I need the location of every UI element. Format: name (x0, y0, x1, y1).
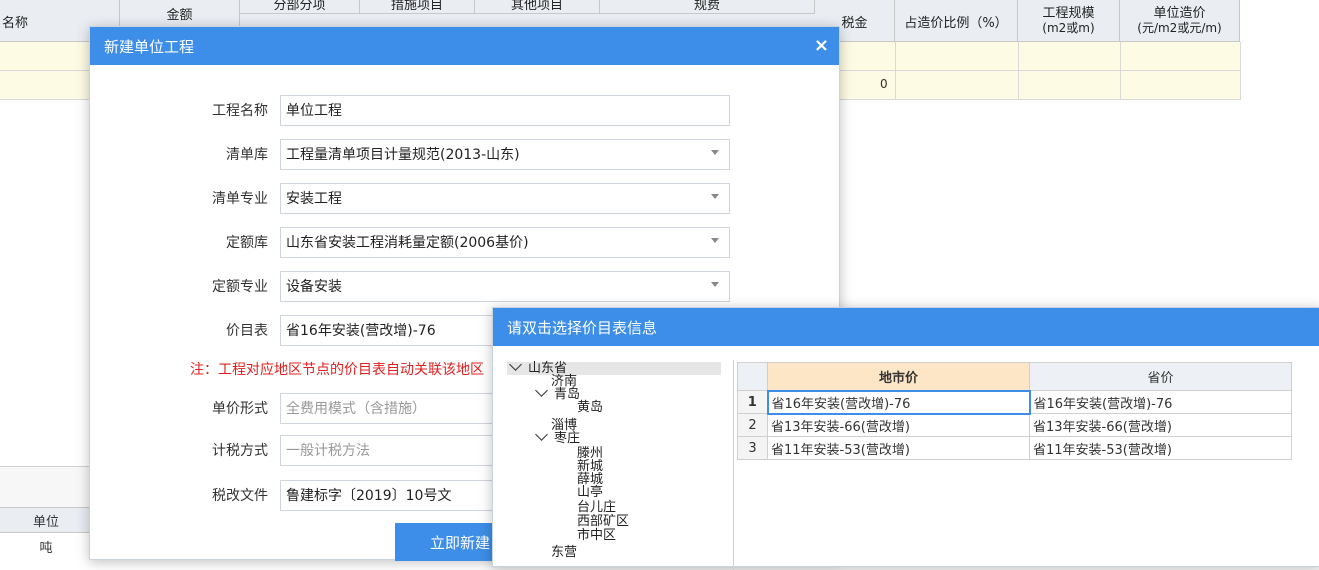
header-fees: 规费 (600, 0, 815, 14)
field-label: 税改文件 (212, 488, 268, 504)
select-value: 安装工程 (286, 191, 342, 207)
header-cost-ratio: 占造价比例（%） (895, 0, 1018, 42)
chevron-down-icon (711, 193, 719, 199)
grid-divider (895, 42, 896, 100)
field-label: 工程名称 (212, 103, 268, 119)
select-value: 山东省安装工程消耗量定额(2006基价) (286, 235, 529, 251)
price-list-table: 地市价 省价 1 省16年安装(营改增)-76 省16年安装(营改增)-76 2… (737, 362, 1292, 460)
tree-node[interactable]: 西部矿区 (577, 515, 629, 528)
tree-node[interactable]: 枣庄 (535, 428, 581, 446)
bill-library-select[interactable]: 工程量清单项目计量规范(2013-山东) (280, 138, 730, 170)
grid-divider (1240, 42, 1241, 100)
field-label: 清单库 (226, 147, 268, 163)
field-label: 定额专业 (212, 279, 268, 295)
grid-row-2-value: 0 (880, 77, 888, 91)
header-sub-items: 分部分项 (240, 0, 360, 14)
project-name-input[interactable]: 单位工程 (280, 94, 730, 126)
popup-title: 请双击选择价目表信息 (507, 318, 658, 337)
price-list-popup: 请双击选择价目表信息 山东省 济南 青岛 黄岛 淄博 枣庄 滕州 新城 薛城 山… (492, 307, 1319, 570)
field-label: 价目表 (226, 323, 268, 339)
quota-library-select[interactable]: 山东省安装工程消耗量定额(2006基价) (280, 226, 730, 258)
header-unit-price-label: 单位造价 (1153, 6, 1206, 21)
city-price-cell[interactable]: 省11年安装-53(营改增) (767, 436, 1030, 460)
field-project-name: 工程名称 单位工程 (90, 94, 841, 126)
select-value: 工程量清单项目计量规范(2013-山东) (286, 147, 520, 163)
row-index: 3 (737, 436, 768, 460)
field-bill-library: 清单库 工程量清单项目计量规范(2013-山东) (90, 138, 841, 170)
close-icon[interactable]: × (814, 35, 829, 56)
header-other: 其他项目 (475, 0, 600, 14)
field-label: 清单专业 (212, 191, 268, 207)
lower-panel-toolbar (0, 466, 92, 507)
region-tree: 山东省 济南 青岛 黄岛 淄博 枣庄 滕州 新城 薛城 山亭 台儿庄 西部矿区 … (507, 360, 725, 570)
field-quota-library: 定额库 山东省安装工程消耗量定额(2006基价) (90, 226, 841, 258)
row-index: 2 (737, 413, 768, 437)
grid-divider (1018, 42, 1019, 100)
grid-divider (1120, 42, 1121, 100)
province-price-cell[interactable]: 省13年安装-66(营改增) (1029, 413, 1292, 437)
header-measures: 措施项目 (360, 0, 475, 14)
dialog-title-bar[interactable]: 新建单位工程 × (90, 27, 839, 65)
lower-header-unit: 单位 (0, 507, 92, 533)
field-label: 单价形式 (212, 401, 268, 417)
column-header-province-price[interactable]: 省价 (1029, 362, 1292, 391)
header-scale: 工程规模 (m2或m) (1018, 0, 1120, 42)
quota-specialty-select[interactable]: 设备安装 (280, 270, 730, 302)
panel-divider (733, 360, 734, 570)
tree-node[interactable]: 黄岛 (577, 401, 603, 414)
lower-cell-unit[interactable]: 吨 (0, 533, 92, 560)
header-unit-price: 单位造价 (元/m2或元/m) (1120, 0, 1240, 42)
select-value: 设备安装 (286, 279, 342, 295)
table-row[interactable]: 3 省11年安装-53(营改增) 省11年安装-53(营改增) (737, 436, 1292, 460)
chevron-down-icon (711, 281, 719, 287)
popup-title-bar[interactable]: 请双击选择价目表信息 (493, 308, 1319, 346)
tree-node[interactable]: 山亭 (577, 486, 603, 499)
city-price-cell[interactable]: 省16年安装(营改增)-76 (766, 389, 1031, 415)
tree-node-root[interactable]: 山东省 (507, 360, 721, 375)
table-row[interactable]: 1 省16年安装(营改增)-76 省16年安装(营改增)-76 (737, 389, 1292, 415)
tree-node-label: 枣庄 (554, 431, 581, 446)
header-unit-price-unit: (元/m2或元/m) (1137, 21, 1222, 35)
chevron-down-icon[interactable] (535, 384, 548, 397)
field-bill-specialty: 清单专业 安装工程 (90, 182, 841, 214)
table-row[interactable]: 2 省13年安装-66(营改增) 省13年安装-66(营改增) (737, 413, 1292, 437)
row-index: 1 (737, 390, 768, 414)
field-label: 定额库 (226, 235, 268, 251)
tree-node[interactable]: 青岛 (535, 384, 580, 401)
city-price-cell[interactable]: 省13年安装-66(营改增) (767, 413, 1030, 437)
column-header-city-price[interactable]: 地市价 (767, 362, 1030, 391)
province-price-cell[interactable]: 省16年安装(营改增)-76 (1029, 390, 1292, 414)
header-scale-unit: (m2或m) (1042, 21, 1095, 35)
chevron-down-icon[interactable] (509, 360, 522, 371)
chevron-down-icon (711, 149, 719, 155)
field-quota-specialty: 定额专业 设备安装 (90, 270, 841, 302)
tree-node[interactable]: 市中区 (577, 529, 616, 542)
province-price-cell[interactable]: 省11年安装-53(营改增) (1029, 436, 1292, 460)
bill-specialty-select[interactable]: 安装工程 (280, 182, 730, 214)
tree-node[interactable]: 台儿庄 (577, 501, 616, 514)
region-note: 注：工程对应地区节点的价目表自动关联该地区 (190, 362, 484, 378)
table-header-row: 地市价 省价 (737, 362, 1292, 391)
row-index-header (737, 362, 768, 391)
header-scale-label: 工程规模 (1042, 6, 1095, 21)
chevron-down-icon[interactable] (535, 428, 548, 441)
field-label: 计税方式 (212, 443, 268, 459)
dialog-title: 新建单位工程 (104, 37, 195, 56)
tree-node[interactable]: 东营 (551, 546, 577, 559)
chevron-down-icon (711, 237, 719, 243)
